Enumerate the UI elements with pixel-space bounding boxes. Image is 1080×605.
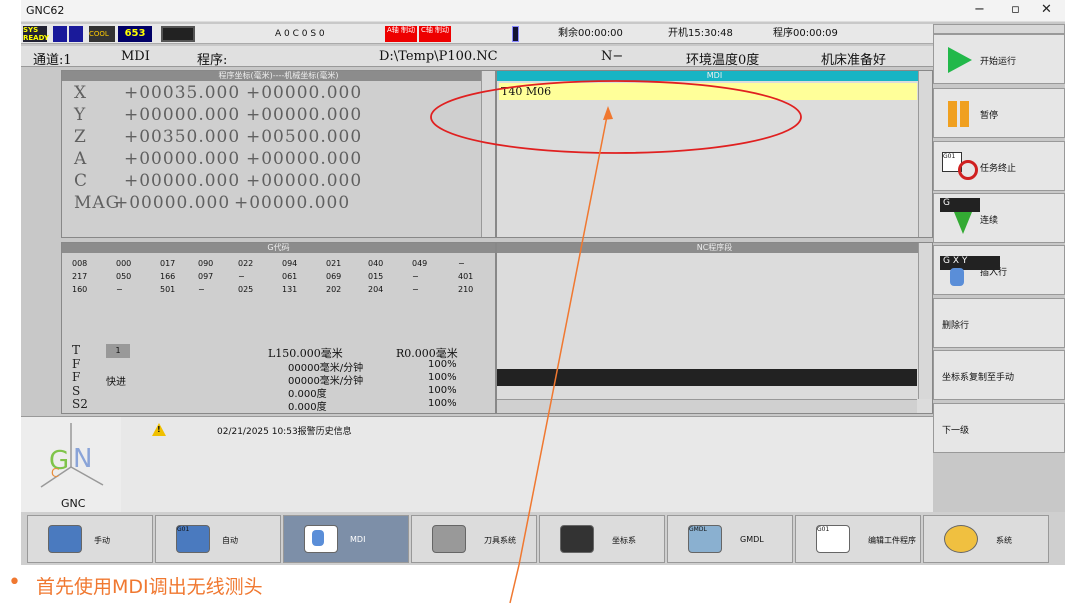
annotation-overlay (430, 80, 802, 565)
annotation-ellipse (430, 80, 802, 154)
annotation-arrow (518, 110, 609, 565)
cnc-screenshot: GNC62 − ▫ ✕ SYS READY COOL 653 A 0 C 0 S… (21, 0, 1065, 565)
annotation-caption: 首先使用MDI调出无线测头 (36, 576, 263, 598)
caption-bullet: • (8, 570, 21, 595)
annotation-arrow-head (603, 106, 613, 120)
